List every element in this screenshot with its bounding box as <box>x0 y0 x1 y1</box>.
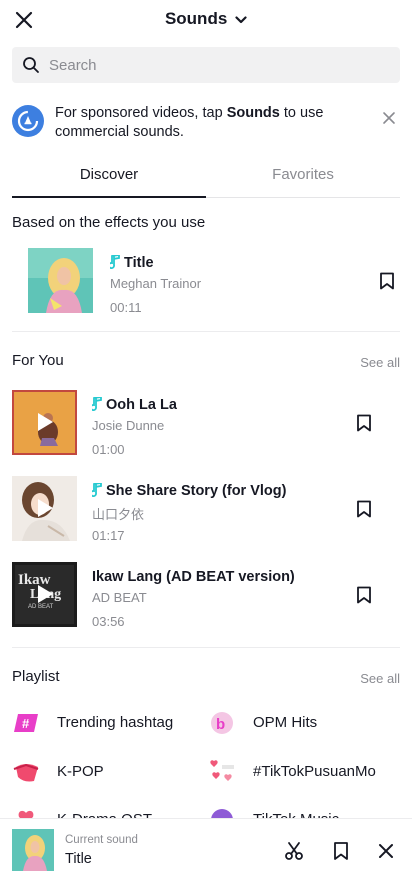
for-you-see-all-link[interactable]: See all <box>360 355 400 370</box>
active-tab-indicator <box>12 196 206 198</box>
current-sound-title: Title <box>65 851 92 867</box>
track-artist: 山口夕依 <box>92 507 145 522</box>
track-duration: 00:11 <box>110 300 142 315</box>
tab-favorites[interactable]: Favorites <box>206 166 400 183</box>
playlist-label: OPM Hits <box>253 714 318 731</box>
effects-section-title: Based on the effects you use <box>12 214 206 231</box>
current-sound-cover-image <box>12 829 54 871</box>
playlist-see-all-link[interactable]: See all <box>360 671 400 686</box>
playlist-item-opm-hits[interactable]: b OPM Hits <box>208 708 400 738</box>
opm-hits-icon: b <box>211 712 233 734</box>
list-item[interactable]: She Share Story (for Vlog) 山口夕依 01:17 <box>12 476 400 543</box>
play-icon[interactable] <box>36 584 54 604</box>
current-sound-label: Current sound <box>65 834 138 846</box>
page-title: Sounds <box>164 9 228 28</box>
search-placeholder: Search <box>49 57 97 74</box>
list-item[interactable]: Ikaw Lang AD BEAT Ikaw Lang (AD BEAT ver… <box>12 562 400 629</box>
sponsored-banner: For sponsored videos, tap Sounds to use … <box>12 101 400 143</box>
svg-text:AD BEAT: AD BEAT <box>28 604 54 610</box>
play-icon[interactable] <box>36 498 54 518</box>
album-cover-image <box>12 476 77 541</box>
bookmark-icon[interactable] <box>331 841 351 861</box>
track-duration: 03:56 <box>92 614 125 629</box>
bookmark-icon[interactable] <box>356 414 372 432</box>
music-note-icon <box>92 397 102 411</box>
track-artist: Meghan Trainor <box>110 276 202 291</box>
divider <box>12 647 400 648</box>
hashtag-icon: # <box>14 714 38 732</box>
album-cover-image <box>12 390 77 455</box>
search-icon <box>23 57 39 73</box>
banner-close-icon[interactable] <box>382 111 396 125</box>
current-sound-bar: Current sound Title <box>0 818 412 872</box>
track-artist: Josie Dunne <box>92 418 165 433</box>
divider <box>12 331 400 332</box>
album-cover-image <box>28 248 93 313</box>
play-icon[interactable] <box>36 412 54 432</box>
hearts-icon <box>210 760 234 781</box>
close-icon[interactable] <box>376 841 396 861</box>
svg-text:b: b <box>216 716 225 733</box>
for-you-title: For You <box>12 352 64 369</box>
playlist-label: K-POP <box>57 763 104 780</box>
commercial-sound-icon <box>12 105 44 137</box>
track-name: She Share Story (for Vlog) <box>92 483 286 499</box>
track-duration: 01:17 <box>92 528 125 543</box>
playlist-label: #TikTokPusuanMo <box>253 763 376 780</box>
bookmark-icon[interactable] <box>356 500 372 518</box>
top-bar: Sounds <box>0 0 412 40</box>
album-cover-image: Ikaw Lang AD BEAT <box>12 562 77 627</box>
chevron-down-icon <box>235 15 247 23</box>
svg-text:#: # <box>22 716 30 731</box>
playlist-label: Trending hashtag <box>57 714 174 731</box>
search-input[interactable]: Search <box>12 47 400 83</box>
track-name: Title <box>110 255 154 271</box>
sounds-title-dropdown[interactable]: Sounds <box>0 9 412 29</box>
music-note-icon <box>92 483 102 497</box>
playlist-item-trending-hashtag[interactable]: # Trending hashtag <box>12 708 202 738</box>
playlist-title: Playlist <box>12 668 60 685</box>
k-pop-icon <box>13 763 39 782</box>
track-name: Ikaw Lang (AD BEAT version) <box>92 569 295 585</box>
tab-discover[interactable]: Discover <box>12 166 206 183</box>
playlist-item-k-pop[interactable]: K-POP <box>12 757 202 787</box>
scissors-icon[interactable] <box>284 841 304 861</box>
list-item[interactable]: Ooh La La Josie Dunne 01:00 <box>12 390 400 457</box>
track-artist: AD BEAT <box>92 590 147 605</box>
list-item[interactable]: Title Meghan Trainor 00:11 <box>28 248 400 315</box>
bookmark-icon[interactable] <box>379 272 395 290</box>
playlist-item-tiktok-pusuan-mo[interactable]: #TikTokPusuanMo <box>208 757 400 787</box>
track-name: Ooh La La <box>92 397 177 413</box>
music-note-icon <box>110 255 120 269</box>
bookmark-icon[interactable] <box>356 586 372 604</box>
banner-text: For sponsored videos, tap Sounds to use … <box>55 105 324 140</box>
tab-bar: Discover Favorites <box>12 160 400 198</box>
track-duration: 01:00 <box>92 442 125 457</box>
